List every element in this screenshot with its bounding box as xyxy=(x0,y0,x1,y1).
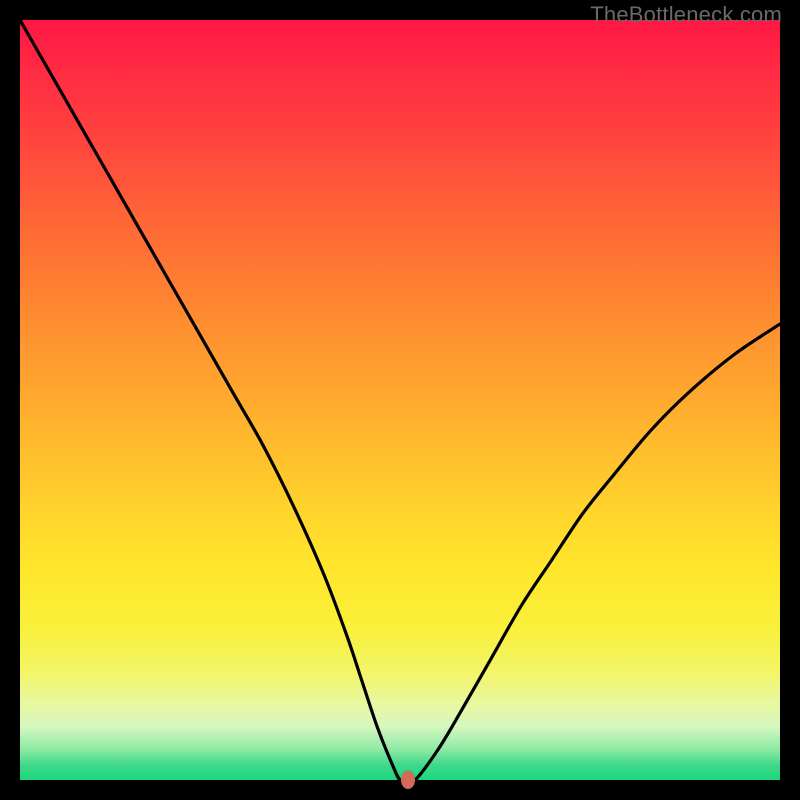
optimal-point-marker xyxy=(401,771,415,789)
attribution-text: TheBottleneck.com xyxy=(590,2,782,28)
plot-area xyxy=(20,20,780,780)
bottleneck-curve xyxy=(20,20,780,780)
chart-frame: TheBottleneck.com xyxy=(0,0,800,800)
